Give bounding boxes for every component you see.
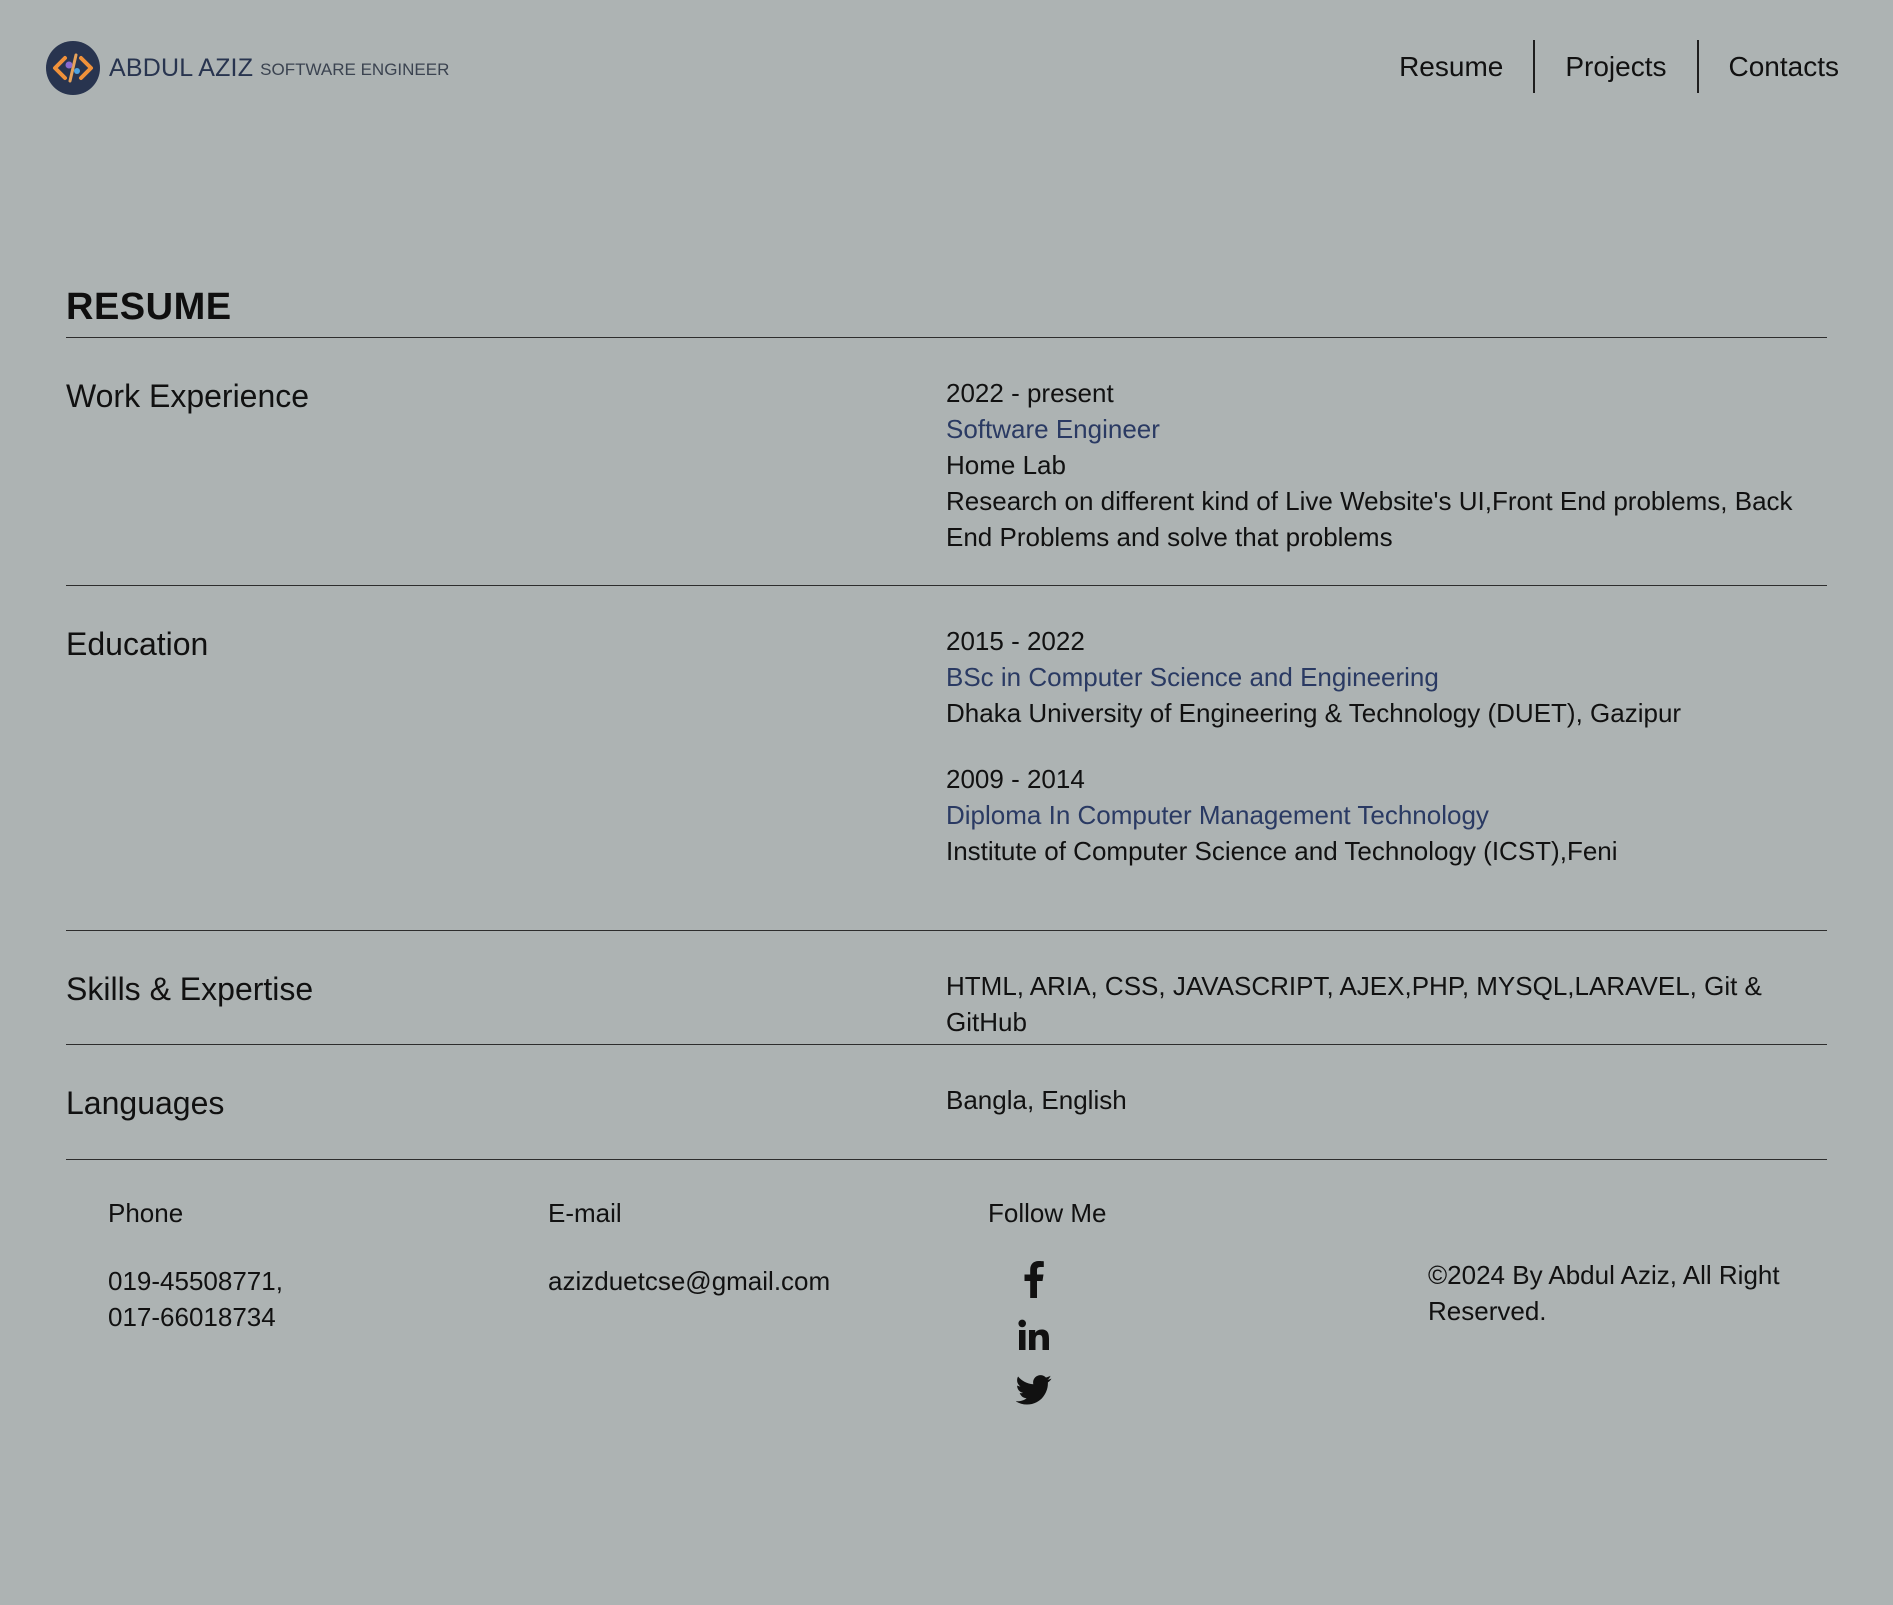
brand[interactable]: ABDUL AZIZ SOFTWARE ENGINEER xyxy=(46,40,449,96)
work-experience-entry: 2022 - present Software Engineer Home La… xyxy=(946,375,1826,555)
divider xyxy=(66,1044,1827,1045)
page-title: RESUME xyxy=(66,286,232,328)
education-institution: Dhaka University of Engineering & Techno… xyxy=(946,698,1682,728)
work-role: Software Engineer xyxy=(946,414,1160,444)
main-nav: Resume Projects Contacts xyxy=(1369,40,1839,93)
email-heading: E-mail xyxy=(548,1198,622,1228)
code-brackets-logo-icon xyxy=(46,41,100,95)
education-period: 2009 - 2014 xyxy=(946,764,1085,794)
languages-value: Bangla, English xyxy=(946,1085,1127,1115)
education-institution: Institute of Computer Science and Techno… xyxy=(946,836,1618,866)
education-list: 2015 - 2022 BSc in Computer Science and … xyxy=(946,623,1826,869)
work-experience-heading: Work Experience xyxy=(66,378,310,414)
phone-numbers: 019-45508771, 017-66018734 xyxy=(108,1263,283,1335)
education-period: 2015 - 2022 xyxy=(946,626,1085,656)
languages-heading: Languages xyxy=(66,1085,225,1121)
divider xyxy=(66,1159,1827,1160)
education-heading: Education xyxy=(66,626,209,662)
education-degree: BSc in Computer Science and Engineering xyxy=(946,662,1439,692)
divider xyxy=(66,585,1827,586)
copyright-text: ©2024 By Abdul Aziz, All Right Reserved. xyxy=(1428,1260,1780,1326)
work-company: Home Lab xyxy=(946,450,1066,480)
divider xyxy=(66,930,1827,931)
nav-projects-link[interactable]: Projects xyxy=(1535,40,1696,93)
education-item: 2015 - 2022 BSc in Computer Science and … xyxy=(946,623,1826,731)
divider xyxy=(66,337,1827,338)
education-degree: Diploma In Computer Management Technolog… xyxy=(946,800,1489,830)
skills-value: HTML, ARIA, CSS, JAVASCRIPT, AJEX,PHP, M… xyxy=(946,971,1762,1037)
phone-heading: Phone xyxy=(108,1198,184,1228)
linkedin-icon[interactable] xyxy=(1012,1313,1056,1357)
follow-heading: Follow Me xyxy=(988,1198,1107,1228)
facebook-icon[interactable] xyxy=(1012,1257,1056,1301)
phone-number[interactable]: 017-66018734 xyxy=(108,1299,283,1335)
brand-subtitle: SOFTWARE ENGINEER xyxy=(260,60,450,79)
work-description: Research on different kind of Live Websi… xyxy=(946,486,1793,552)
phone-number[interactable]: 019-45508771, xyxy=(108,1263,283,1299)
twitter-icon[interactable] xyxy=(1012,1368,1056,1412)
education-item: 2009 - 2014 Diploma In Computer Manageme… xyxy=(946,761,1826,869)
skills-heading: Skills & Expertise xyxy=(66,971,314,1007)
brand-name: ABDUL AZIZ xyxy=(109,53,254,82)
email-link[interactable]: azizduetcse@gmail.com xyxy=(548,1263,830,1299)
nav-contacts-link[interactable]: Contacts xyxy=(1699,40,1840,93)
work-period: 2022 - present xyxy=(946,378,1114,408)
nav-resume-link[interactable]: Resume xyxy=(1369,40,1533,93)
site-header: ABDUL AZIZ SOFTWARE ENGINEER Resume Proj… xyxy=(0,0,1893,140)
